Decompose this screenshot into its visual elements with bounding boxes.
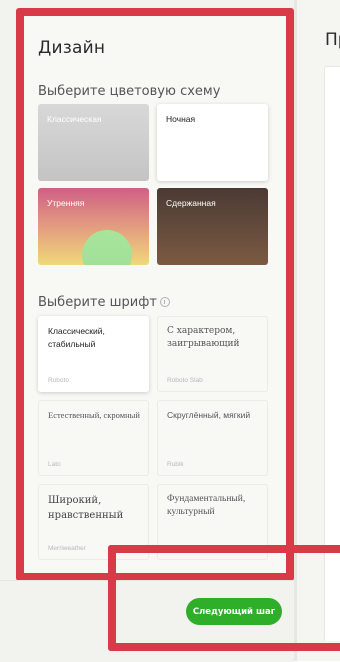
font-description: Широкий, нравственный <box>48 495 124 521</box>
font-card-vollkorn[interactable]: Фундаментальный, культурный Vollkorn <box>157 484 268 560</box>
font-card-lato[interactable]: Естественный, скромный Lato <box>38 400 149 476</box>
font-name: Vollkorn <box>167 545 191 552</box>
font-card-roboto[interactable]: Классический, стабильный Roboto <box>38 316 149 392</box>
panel-title: Дизайн <box>38 38 106 58</box>
color-scheme-name: Утренняя <box>47 198 85 208</box>
color-scheme-restrained[interactable]: Сдержанная <box>157 188 268 265</box>
color-scheme-name: Классическая <box>47 114 102 124</box>
sun-decoration <box>82 230 132 265</box>
font-section-label: Выберите шрифт <box>38 295 170 310</box>
font-card-rubik[interactable]: Скруглённый, мягкий Rubik <box>157 400 268 476</box>
color-scheme-name: Сдержанная <box>166 198 216 208</box>
font-section-label-text: Выберите шрифт <box>38 295 157 310</box>
info-icon[interactable] <box>159 296 170 307</box>
font-name: Lato <box>48 461 61 468</box>
preview-frame <box>324 66 340 641</box>
color-scheme-classic[interactable]: Классическая <box>38 104 149 181</box>
preview-title: Пр <box>325 30 340 50</box>
preview-pane: Пр <box>297 0 340 661</box>
design-panel: Дизайн Выберите цветовую схему Классичес… <box>16 8 294 581</box>
color-scheme-name: Ночная <box>166 114 196 124</box>
font-description: Фундаментальный, культурный <box>167 494 246 517</box>
next-step-button[interactable]: Следующий шаг <box>186 598 282 625</box>
font-description: С характером, заигрывающий <box>167 326 240 349</box>
font-name: Roboto <box>48 377 69 384</box>
font-name: Roboto Slab <box>167 377 203 384</box>
font-description: Естественный, скромный <box>48 410 140 420</box>
font-description: Скруглённый, мягкий <box>167 410 251 420</box>
font-card-merriweather[interactable]: Широкий, нравственный Merriweather <box>38 484 149 560</box>
font-name: Merriweather <box>48 545 86 552</box>
color-scheme-morning[interactable]: Утренняя <box>38 188 149 265</box>
app-window: Дизайн Выберите цветовую схему Классичес… <box>0 0 340 662</box>
font-card-roboto-slab[interactable]: С характером, заигрывающий Roboto Slab <box>157 316 268 392</box>
font-description: Классический, стабильный <box>48 326 105 349</box>
font-name: Rubik <box>167 461 184 468</box>
color-scheme-night[interactable]: Ночная <box>157 104 268 181</box>
color-scheme-label: Выберите цветовую схему <box>38 84 221 99</box>
